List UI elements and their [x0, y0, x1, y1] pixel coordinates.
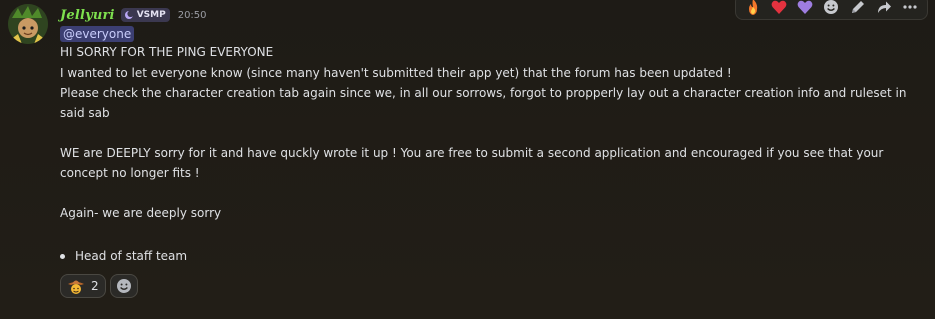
forward-button[interactable] — [873, 0, 895, 18]
message-line: Please check the character creation tab … — [60, 86, 907, 100]
reaction-bar: 2 — [60, 274, 138, 298]
edit-button[interactable] — [847, 0, 869, 18]
cowboy-face-emoji — [68, 280, 84, 294]
message-line: Again- we are deeply sorry — [60, 206, 222, 220]
add-reaction-icon — [116, 279, 131, 293]
moon-icon — [124, 10, 134, 19]
message-header: Jellyuri VSMP 20:50 — [60, 6, 207, 24]
message-line: WE are DEEPLY sorry for it and have quck… — [60, 146, 884, 160]
fire-emoji — [749, 0, 758, 15]
more-icon — [903, 5, 917, 9]
more-options-button[interactable] — [899, 0, 921, 18]
add-reaction-toolbar-button[interactable] — [820, 0, 842, 18]
react-heart-button[interactable] — [768, 0, 790, 18]
purple-heart-emoji — [797, 0, 813, 15]
add-reaction-icon — [824, 0, 839, 14]
add-reaction-button[interactable] — [109, 274, 138, 298]
server-tag-label: VSMP — [136, 10, 166, 20]
bullet-dot — [60, 253, 65, 259]
reaction-cowboy[interactable]: 2 — [60, 274, 106, 298]
bullet-list-item: Head of staff team — [60, 248, 187, 264]
message-line: I wanted to let everyone know (since man… — [60, 66, 732, 80]
message-line: HI SORRY FOR THE PING EVERYONE — [60, 45, 274, 59]
react-fire-button[interactable] — [742, 0, 764, 18]
chat-message: Jellyuri VSMP 20:50 @everyone HI SORRY F… — [0, 0, 935, 319]
message-toolbar — [735, 0, 928, 20]
react-purple-heart-button[interactable] — [794, 0, 816, 18]
user-avatar[interactable] — [8, 4, 48, 44]
reaction-count: 2 — [91, 279, 99, 293]
forward-icon — [877, 1, 891, 13]
heart-emoji — [771, 0, 787, 15]
username[interactable]: Jellyuri — [60, 8, 115, 23]
message-line: concept no longer fits ! — [60, 166, 200, 180]
bullet-text: Head of staff team — [75, 249, 188, 263]
everyone-mention[interactable]: @everyone — [60, 26, 135, 42]
server-tag[interactable]: VSMP — [120, 8, 170, 22]
edit-icon — [851, 1, 864, 13]
message-line: said sab — [60, 106, 110, 120]
timestamp: 20:50 — [177, 9, 207, 21]
